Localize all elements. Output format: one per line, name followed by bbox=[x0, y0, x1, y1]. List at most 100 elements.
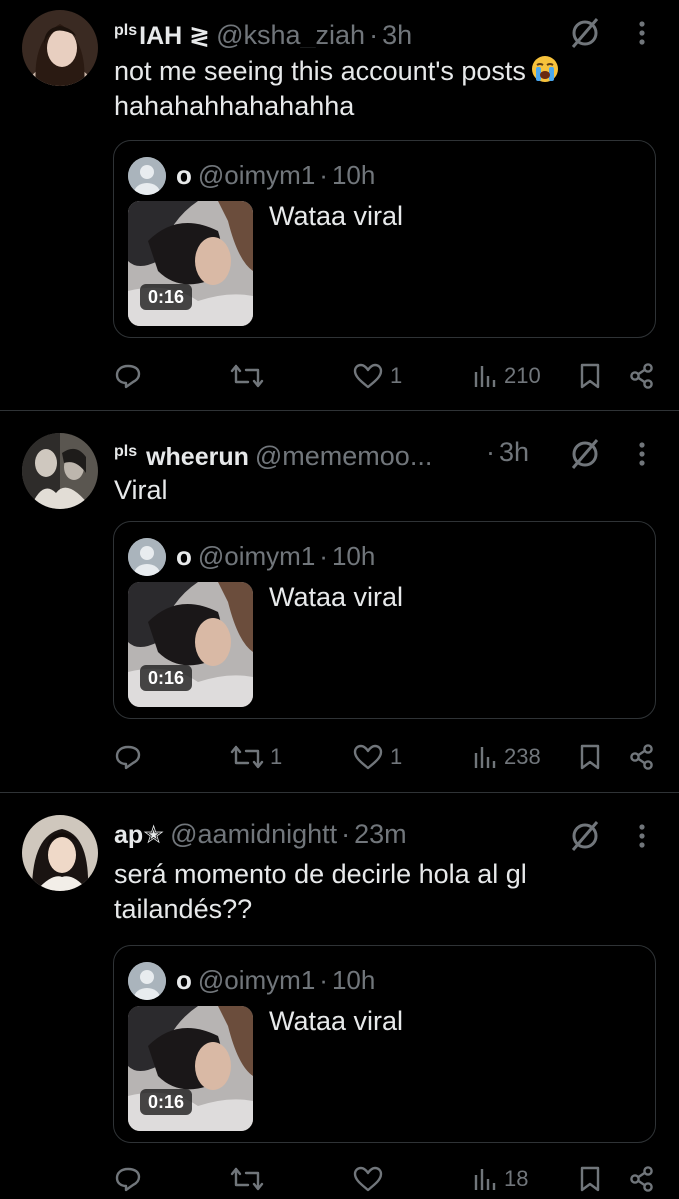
views-button[interactable]: 18 bbox=[472, 1159, 528, 1199]
views-button[interactable]: 238 bbox=[472, 737, 541, 777]
avatar[interactable] bbox=[22, 815, 98, 891]
repost-button[interactable] bbox=[230, 1159, 270, 1199]
post-time[interactable]: 3h bbox=[499, 437, 529, 467]
avatar-image bbox=[22, 815, 98, 891]
video-thumbnail[interactable]: 0:16 bbox=[128, 582, 253, 707]
separator-dot: · bbox=[319, 965, 328, 995]
quoted-header: o @oimym1 · 10h bbox=[176, 539, 375, 573]
bookmark-icon bbox=[580, 1166, 600, 1192]
quoted-post[interactable]: o @oimym1 · 10h 0:16 Wataa viral bbox=[113, 521, 656, 719]
loudly-crying-face-icon bbox=[531, 56, 558, 82]
share-button[interactable] bbox=[628, 356, 656, 396]
display-name[interactable]: ap✭ bbox=[114, 821, 164, 849]
views-icon bbox=[474, 366, 496, 387]
post-header: ap✭ @aamidnightt · 23m bbox=[114, 817, 554, 851]
post[interactable]: plsIAH ≷ @ksha_ziah · 3h not me seeing this… bbox=[0, 0, 679, 411]
bookmark-icon bbox=[580, 744, 600, 770]
display-name[interactable]: pls wheerun bbox=[114, 443, 249, 469]
reply-button[interactable] bbox=[114, 1159, 148, 1199]
repost-button[interactable] bbox=[230, 356, 270, 396]
quoted-header: o @oimym1 · 10h bbox=[176, 158, 375, 192]
quoted-text: Wataa viral bbox=[269, 201, 404, 231]
quoted-post[interactable]: o @oimym1 · 10h 0:16 Wataa viral bbox=[113, 140, 656, 338]
default-avatar-icon bbox=[128, 538, 166, 576]
heart-icon bbox=[353, 744, 383, 770]
repost-icon bbox=[230, 1167, 264, 1191]
more-options-icon[interactable] bbox=[628, 437, 656, 471]
display-name[interactable]: plsIAH ≷ bbox=[114, 22, 210, 48]
quoted-text: Wataa viral bbox=[269, 582, 404, 612]
quoted-avatar[interactable] bbox=[128, 157, 166, 195]
grok-icon[interactable] bbox=[568, 819, 602, 853]
quoted-time: 10h bbox=[331, 965, 376, 995]
quoted-display-name[interactable]: o bbox=[176, 965, 192, 995]
grok-icon[interactable] bbox=[568, 16, 602, 50]
grok-icon[interactable] bbox=[568, 437, 602, 471]
separator-dot: · bbox=[319, 160, 328, 190]
post-text-line: not me seeing this account's posts bbox=[114, 56, 526, 86]
quoted-post[interactable]: o @oimym1 · 10h 0:16 Wataa viral bbox=[113, 945, 656, 1143]
user-handle[interactable]: @ksha_ziah bbox=[216, 20, 365, 48]
action-bar: 1 1 238 bbox=[0, 737, 679, 777]
post-text-line: tailandés?? bbox=[114, 894, 253, 924]
views-button[interactable]: 210 bbox=[472, 356, 541, 396]
post-time[interactable]: 3h bbox=[382, 20, 412, 48]
user-handle[interactable]: @mememoo... bbox=[255, 441, 432, 469]
avatar[interactable] bbox=[22, 433, 98, 509]
quoted-handle[interactable]: @oimym1 bbox=[198, 541, 315, 571]
heart-icon bbox=[353, 363, 383, 389]
reply-button[interactable] bbox=[114, 356, 148, 396]
separator-dot: · bbox=[486, 437, 495, 467]
avatar-image bbox=[22, 433, 98, 509]
quoted-display-name[interactable]: o bbox=[176, 541, 192, 571]
separator-dot: · bbox=[341, 819, 351, 849]
default-avatar-icon bbox=[128, 157, 166, 195]
heart-icon bbox=[353, 1166, 383, 1192]
post-header: plsIAH ≷ @ksha_ziah · 3h bbox=[114, 14, 554, 48]
post-time[interactable]: 23m bbox=[354, 819, 407, 849]
more-options-icon[interactable] bbox=[628, 819, 656, 853]
quoted-handle[interactable]: @oimym1 bbox=[198, 965, 315, 995]
avatar[interactable] bbox=[22, 10, 98, 86]
repost-icon bbox=[230, 364, 264, 388]
video-duration: 0:16 bbox=[140, 284, 193, 310]
share-button[interactable] bbox=[628, 1159, 656, 1199]
view-count: 18 bbox=[504, 1166, 529, 1191]
default-avatar-icon bbox=[128, 962, 166, 1000]
quoted-header: o @oimym1 · 10h bbox=[176, 963, 375, 997]
post[interactable]: ap✭ @aamidnightt · 23m será momento de deci… bbox=[0, 793, 679, 1199]
like-button[interactable]: 1 bbox=[352, 356, 402, 396]
more-options-icon[interactable] bbox=[628, 16, 656, 50]
post-text-line: será momento de decirle hola al gl bbox=[114, 859, 527, 889]
quoted-avatar[interactable] bbox=[128, 962, 166, 1000]
video-thumbnail[interactable]: 0:16 bbox=[128, 201, 253, 326]
share-button[interactable] bbox=[628, 737, 656, 777]
repost-count: 1 bbox=[270, 744, 283, 769]
like-button[interactable]: 1 bbox=[352, 737, 402, 777]
post[interactable]: pls wheerun @mememoo... · 3h Viral o @oimym… bbox=[0, 411, 679, 793]
reply-icon bbox=[115, 364, 141, 389]
user-handle[interactable]: @aamidnightt bbox=[170, 819, 337, 849]
action-bar: 18 bbox=[0, 1159, 679, 1199]
like-button[interactable] bbox=[352, 1159, 390, 1199]
quoted-handle[interactable]: @oimym1 bbox=[198, 160, 315, 190]
repost-button[interactable]: 1 bbox=[230, 737, 282, 777]
post-text: Viral bbox=[114, 473, 654, 508]
bookmark-button[interactable] bbox=[578, 356, 602, 396]
share-icon bbox=[630, 744, 653, 770]
like-count: 1 bbox=[390, 363, 403, 388]
bookmark-button[interactable] bbox=[578, 1159, 602, 1199]
reply-button[interactable] bbox=[114, 737, 148, 777]
share-icon bbox=[630, 363, 653, 389]
avatar-image bbox=[22, 10, 98, 86]
views-icon bbox=[474, 747, 496, 768]
post-text: not me seeing this account's posts hahah… bbox=[114, 54, 654, 124]
bookmark-icon bbox=[580, 363, 600, 389]
video-thumbnail[interactable]: 0:16 bbox=[128, 1006, 253, 1131]
reply-icon bbox=[115, 1167, 141, 1192]
bookmark-button[interactable] bbox=[578, 737, 602, 777]
quoted-avatar[interactable] bbox=[128, 538, 166, 576]
video-duration: 0:16 bbox=[140, 1089, 193, 1115]
views-icon bbox=[474, 1169, 496, 1190]
quoted-display-name[interactable]: o bbox=[176, 160, 192, 190]
